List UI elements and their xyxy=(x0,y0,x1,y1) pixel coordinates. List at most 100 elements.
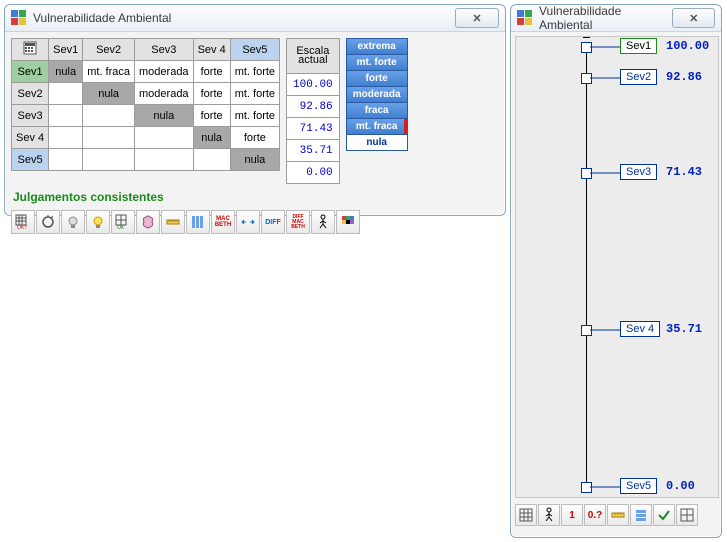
tb-bulb-on[interactable] xyxy=(86,210,110,234)
tb-macbeth[interactable]: MACBETH xyxy=(211,210,235,234)
matrix-cell[interactable] xyxy=(193,149,230,171)
legend-item[interactable]: forte xyxy=(346,70,408,87)
scale-value[interactable]: 0.00 xyxy=(287,162,340,184)
row-header[interactable]: Sev1 xyxy=(12,61,49,83)
matrix-cell[interactable]: nula xyxy=(193,127,230,149)
tb-stack[interactable] xyxy=(630,504,652,526)
thermo-label[interactable]: Sev3 xyxy=(620,164,657,180)
matrix-cell[interactable]: nula xyxy=(230,149,279,171)
window-title: Vulnerabilidade Ambiental xyxy=(33,11,171,25)
tb-grid-ok[interactable]: OK? xyxy=(11,210,35,234)
matrix-cell[interactable]: forte xyxy=(193,83,230,105)
matrix-cell[interactable] xyxy=(49,149,83,171)
legend: extrema mt. forte forte moderada fraca m… xyxy=(346,38,408,150)
matrix-cell[interactable] xyxy=(135,127,194,149)
matrix-cell[interactable]: mt. forte xyxy=(230,83,279,105)
col-header[interactable]: Sev1 xyxy=(49,39,83,61)
legend-item[interactable]: nula xyxy=(346,134,408,151)
thermo-node[interactable] xyxy=(581,73,592,84)
thermometer-window: Vulnerabilidade Ambiental ✕ Sev1 100.00 … xyxy=(510,4,722,538)
thermo-connector xyxy=(590,329,620,330)
matrix-cell[interactable]: forte xyxy=(230,127,279,149)
thermo-label[interactable]: Sev 4 xyxy=(620,321,660,337)
calculator-icon xyxy=(23,41,37,55)
tb-palette[interactable] xyxy=(336,210,360,234)
matrix-cell[interactable] xyxy=(49,127,83,149)
matrix-cell[interactable] xyxy=(83,127,135,149)
row-header[interactable]: Sev5 xyxy=(12,149,49,171)
matrix-cell[interactable] xyxy=(135,149,194,171)
thermo-node[interactable] xyxy=(581,42,592,53)
thermo-label[interactable]: Sev5 xyxy=(620,478,657,494)
axis-tick xyxy=(583,37,590,38)
matrix-cell[interactable]: nula xyxy=(135,105,194,127)
app-icon xyxy=(11,10,27,26)
scale-column: Escala actual 100.00 92.86 71.43 35.71 0… xyxy=(286,38,340,184)
col-header[interactable]: Sev5 xyxy=(230,39,279,61)
row-header[interactable]: Sev3 xyxy=(12,105,49,127)
scale-value[interactable]: 100.00 xyxy=(287,74,340,96)
scale-header: Escala actual xyxy=(287,39,340,74)
close-button[interactable]: ✕ xyxy=(672,8,715,28)
matrix-cell[interactable] xyxy=(83,149,135,171)
matrix-cell[interactable] xyxy=(49,105,83,127)
tb-grid[interactable] xyxy=(515,504,537,526)
app-icon xyxy=(517,10,533,26)
thermo-connector xyxy=(590,172,620,173)
judgment-matrix[interactable]: Sev1 Sev2 Sev3 Sev 4 Sev5 Sev1 nula mt. … xyxy=(11,38,280,171)
matrix-cell[interactable]: mt. forte xyxy=(230,105,279,127)
thermo-label[interactable]: Sev1 xyxy=(620,38,657,54)
close-button[interactable]: ✕ xyxy=(455,8,499,28)
matrix-cell[interactable] xyxy=(83,105,135,127)
tb-reset[interactable] xyxy=(36,210,60,234)
scale-value[interactable]: 92.86 xyxy=(287,96,340,118)
legend-item[interactable]: mt. fraca xyxy=(346,118,408,135)
matrix-cell[interactable]: nula xyxy=(83,83,135,105)
tb-ruler[interactable] xyxy=(161,210,185,234)
tb-arrows[interactable] xyxy=(236,210,260,234)
legend-item[interactable]: moderada xyxy=(346,86,408,103)
tb-stick-figure[interactable] xyxy=(538,504,560,526)
legend-item[interactable]: fraca xyxy=(346,102,408,119)
tb-macbeth-diff[interactable]: DIFFMACBETH xyxy=(286,210,310,234)
tb-grid-plus[interactable]: OK xyxy=(111,210,135,234)
row-header[interactable]: Sev 4 xyxy=(12,127,49,149)
tb-num-1[interactable]: 1 xyxy=(561,504,583,526)
titlebar-left[interactable]: Vulnerabilidade Ambiental ✕ xyxy=(5,5,505,32)
legend-item[interactable]: extrema xyxy=(346,38,408,55)
titlebar-right[interactable]: Vulnerabilidade Ambiental ✕ xyxy=(511,5,721,32)
tb-check[interactable] xyxy=(653,504,675,526)
matrix-cell[interactable]: forte xyxy=(193,61,230,83)
matrix-cell[interactable]: moderada xyxy=(135,61,194,83)
tb-bulb-off[interactable] xyxy=(61,210,85,234)
scale-value[interactable]: 35.71 xyxy=(287,140,340,162)
tb-columns[interactable] xyxy=(186,210,210,234)
matrix-cell[interactable]: mt. fraca xyxy=(83,61,135,83)
tb-num-0q[interactable]: 0.? xyxy=(584,504,606,526)
thermo-label[interactable]: Sev2 xyxy=(620,69,657,85)
matrix-cell[interactable]: moderada xyxy=(135,83,194,105)
thermo-node[interactable] xyxy=(581,168,592,179)
thermometer[interactable]: Sev1 100.00 Sev2 92.86 Sev3 71.43 Sev 4 … xyxy=(515,36,719,498)
col-header[interactable]: Sev2 xyxy=(83,39,135,61)
svg-text:OK?: OK? xyxy=(17,225,27,230)
col-header[interactable]: Sev3 xyxy=(135,39,194,61)
matrix-cell[interactable]: nula xyxy=(49,61,83,83)
scale-value[interactable]: 71.43 xyxy=(287,118,340,140)
tb-ruler[interactable] xyxy=(607,504,629,526)
tb-brain[interactable] xyxy=(136,210,160,234)
legend-item[interactable]: mt. forte xyxy=(346,54,408,71)
matrix-cell[interactable] xyxy=(49,83,83,105)
tb-stick-figure[interactable] xyxy=(311,210,335,234)
tb-diff[interactable]: DIFF xyxy=(261,210,285,234)
tb-grid2[interactable] xyxy=(676,504,698,526)
consistency-status: Julgamentos consistentes xyxy=(13,190,499,204)
col-header[interactable]: Sev 4 xyxy=(193,39,230,61)
thermo-value: 0.00 xyxy=(666,479,695,493)
row-header[interactable]: Sev2 xyxy=(12,83,49,105)
matrix-cell[interactable]: mt. forte xyxy=(230,61,279,83)
thermo-node[interactable] xyxy=(581,482,592,493)
thermo-node[interactable] xyxy=(581,325,592,336)
matrix-corner[interactable] xyxy=(12,39,49,61)
matrix-cell[interactable]: forte xyxy=(193,105,230,127)
